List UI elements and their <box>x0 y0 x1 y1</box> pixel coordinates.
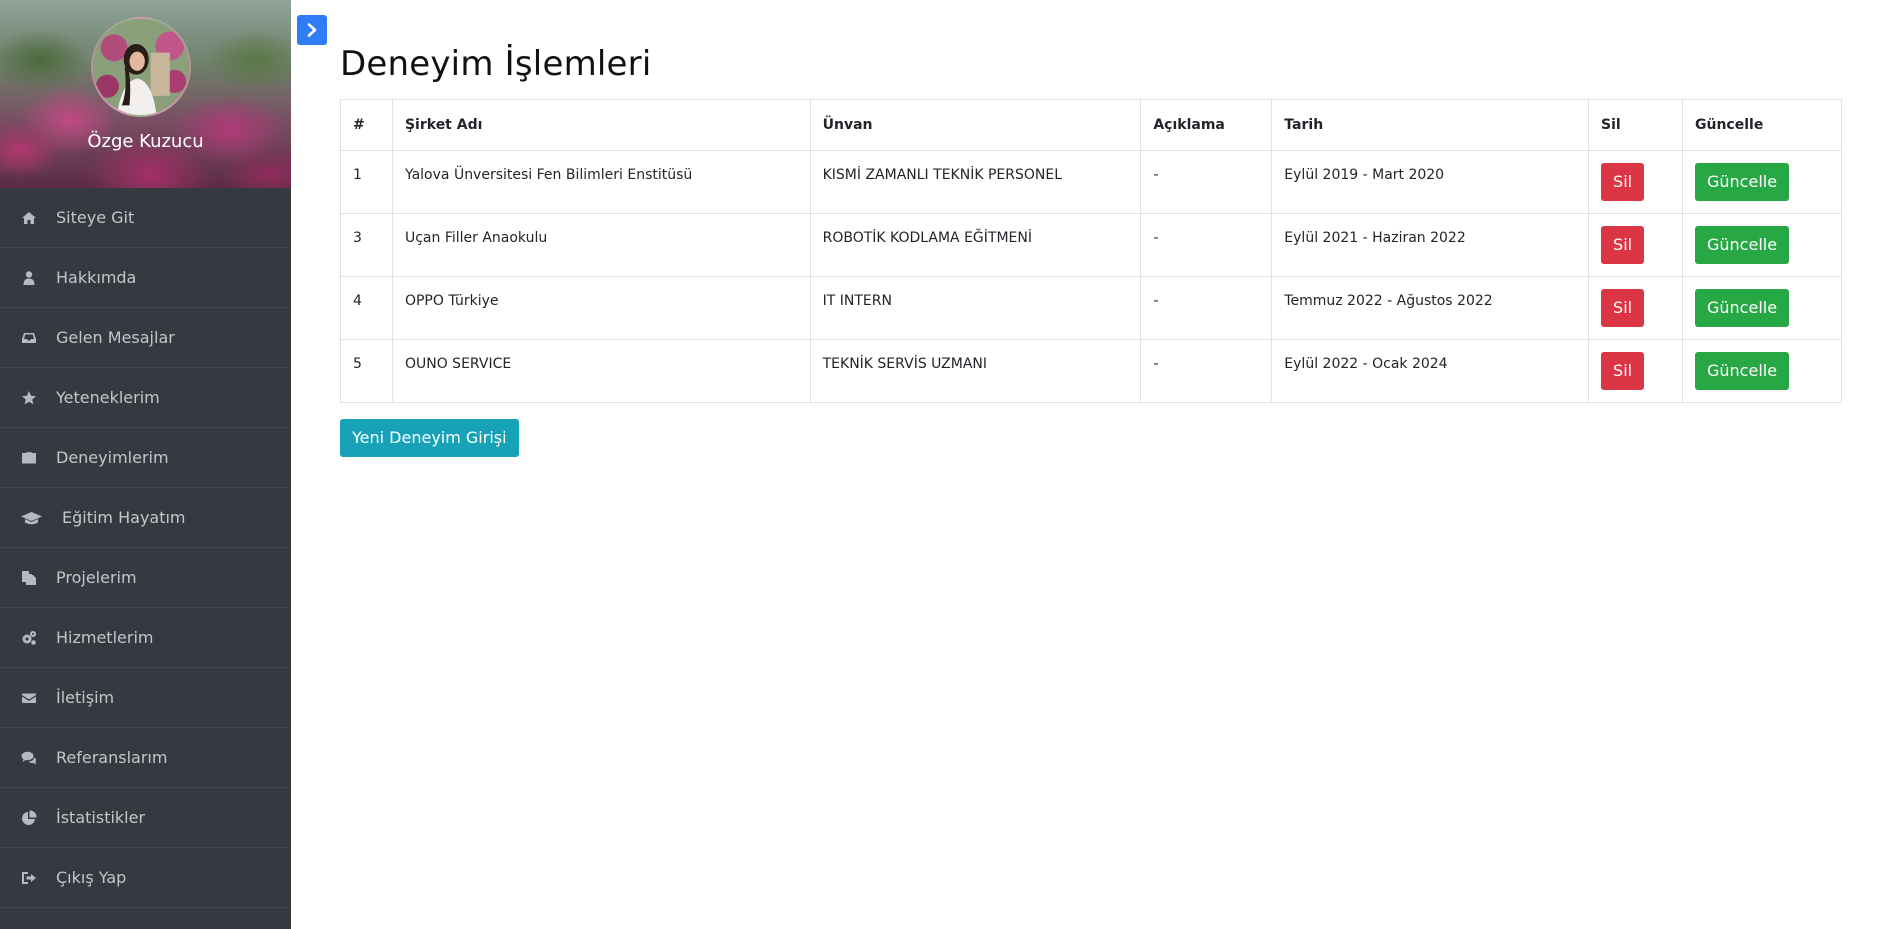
sidebar-item-label: Eğitim Hayatım <box>62 508 186 527</box>
delete-button[interactable]: Sil <box>1601 289 1645 327</box>
sidebar-item-label: Hizmetlerim <box>56 628 154 647</box>
sidebar-item-projelerim[interactable]: Projelerim <box>0 548 291 608</box>
home-icon <box>21 210 37 226</box>
page-title: Deneyim İşlemleri <box>340 44 652 84</box>
cell-title: TEKNİK SERVİS UZMANI <box>809 339 1142 403</box>
sidebar-item-referanslarim[interactable]: Referanslarım <box>0 728 291 788</box>
cell-company: Uçan Filler Anaokulu <box>391 213 811 277</box>
envelope-icon <box>21 690 37 706</box>
sidebar-item-istatistikler[interactable]: İstatistikler <box>0 788 291 848</box>
sidebar-item-hakkimda[interactable]: Hakkımda <box>0 248 291 308</box>
table-row: 5 OUNO SERVICE TEKNİK SERVİS UZMANI - Ey… <box>340 339 1842 403</box>
graduation-cap-icon <box>21 510 42 526</box>
update-button[interactable]: Güncelle <box>1695 163 1790 201</box>
sidebar-item-label: Siteye Git <box>56 208 135 227</box>
cogs-icon <box>21 630 37 646</box>
col-header-update: Güncelle <box>1682 99 1842 151</box>
cell-description: - <box>1140 213 1273 277</box>
cell-title: KISMİ ZAMANLI TEKNİK PERSONEL <box>809 150 1142 214</box>
sidebar-toggle-button[interactable] <box>297 15 327 45</box>
sidebar-item-label: Gelen Mesajlar <box>56 328 175 347</box>
sidebar-item-deneyimlerim[interactable]: Deneyimlerim <box>0 428 291 488</box>
pie-chart-icon <box>21 809 37 826</box>
cell-company: Yalova Ünversitesi Fen Bilimleri Enstitü… <box>391 150 811 214</box>
cell-description: - <box>1140 150 1273 214</box>
sidebar-item-label: Yeteneklerim <box>56 388 160 407</box>
sidebar-item-label: İstatistikler <box>56 808 146 827</box>
sidebar-item-yeteneklerim[interactable]: Yeteneklerim <box>0 368 291 428</box>
cell-date: Temmuz 2022 - Ağustos 2022 <box>1271 276 1590 340</box>
cell-update: Güncelle <box>1682 150 1842 214</box>
experience-table: # Şirket Adı Ünvan Açıklama Tarih Sil Gü… <box>340 99 1842 403</box>
comments-icon <box>21 750 37 766</box>
sidebar-item-label: İletişim <box>56 688 115 707</box>
table-row: 3 Uçan Filler Anaokulu ROBOTİK KODLAMA E… <box>340 213 1842 277</box>
sidebar: Özge Kuzucu Siteye Git Hakkımda Gelen Me… <box>0 0 291 929</box>
col-header-date: Tarih <box>1271 99 1590 151</box>
cell-date: Eylül 2022 - Ocak 2024 <box>1271 339 1590 403</box>
sidebar-item-label: Hakkımda <box>56 268 137 287</box>
col-header-title: Ünvan <box>809 99 1142 151</box>
cell-description: - <box>1140 339 1273 403</box>
delete-button[interactable]: Sil <box>1601 352 1645 390</box>
user-icon <box>21 270 37 286</box>
sidebar-item-cikis-yap[interactable]: Çıkış Yap <box>0 848 291 908</box>
sign-out-icon <box>21 870 37 886</box>
cell-delete: Sil <box>1588 339 1683 403</box>
cell-id: 5 <box>340 339 393 403</box>
cell-delete: Sil <box>1588 276 1683 340</box>
inbox-icon <box>21 330 37 346</box>
delete-button[interactable]: Sil <box>1601 226 1645 264</box>
cell-title: ROBOTİK KODLAMA EĞİTMENİ <box>809 213 1142 277</box>
cell-id: 3 <box>340 213 393 277</box>
delete-button[interactable]: Sil <box>1601 163 1645 201</box>
cell-description: - <box>1140 276 1273 340</box>
sidebar-item-label: Projelerim <box>56 568 137 587</box>
sidebar-menu: Siteye Git Hakkımda Gelen Mesajlar Yeten… <box>0 188 291 908</box>
cell-date: Eylül 2019 - Mart 2020 <box>1271 150 1590 214</box>
cell-update: Güncelle <box>1682 213 1842 277</box>
sidebar-item-egitim-hayatim[interactable]: Eğitim Hayatım <box>0 488 291 548</box>
update-button[interactable]: Güncelle <box>1695 289 1790 327</box>
profile-name: Özge Kuzucu <box>87 131 204 152</box>
table-row: 4 OPPO Türkiye IT INTERN - Temmuz 2022 -… <box>340 276 1842 340</box>
cell-delete: Sil <box>1588 150 1683 214</box>
cell-id: 1 <box>340 150 393 214</box>
cell-date: Eylül 2021 - Haziran 2022 <box>1271 213 1590 277</box>
new-experience-button[interactable]: Yeni Deneyim Girişi <box>340 419 519 457</box>
cell-id: 4 <box>340 276 393 340</box>
cell-company: OUNO SERVICE <box>391 339 811 403</box>
sidebar-item-hizmetlerim[interactable]: Hizmetlerim <box>0 608 291 668</box>
files-icon <box>21 570 37 586</box>
star-icon <box>21 390 37 406</box>
avatar <box>91 17 191 117</box>
cell-delete: Sil <box>1588 213 1683 277</box>
sidebar-item-label: Çıkış Yap <box>56 868 127 887</box>
briefcase-icon <box>21 450 37 466</box>
col-header-num: # <box>340 99 393 151</box>
cell-update: Güncelle <box>1682 276 1842 340</box>
sidebar-item-gelen-mesajlar[interactable]: Gelen Mesajlar <box>0 308 291 368</box>
col-header-description: Açıklama <box>1140 99 1273 151</box>
update-button[interactable]: Güncelle <box>1695 226 1790 264</box>
table-row: 1 Yalova Ünversitesi Fen Bilimleri Ensti… <box>340 150 1842 214</box>
sidebar-item-label: Deneyimlerim <box>56 448 169 467</box>
sidebar-item-siteye-git[interactable]: Siteye Git <box>0 188 291 248</box>
sidebar-item-label: Referanslarım <box>56 748 168 767</box>
cell-company: OPPO Türkiye <box>391 276 811 340</box>
sidebar-item-iletisim[interactable]: İletişim <box>0 668 291 728</box>
cell-update: Güncelle <box>1682 339 1842 403</box>
update-button[interactable]: Güncelle <box>1695 352 1790 390</box>
col-header-company: Şirket Adı <box>391 99 811 151</box>
profile-header: Özge Kuzucu <box>0 0 291 188</box>
col-header-delete: Sil <box>1588 99 1683 151</box>
table-header-row: # Şirket Adı Ünvan Açıklama Tarih Sil Gü… <box>340 99 1842 151</box>
chevron-right-icon <box>307 23 317 37</box>
cell-title: IT INTERN <box>809 276 1142 340</box>
